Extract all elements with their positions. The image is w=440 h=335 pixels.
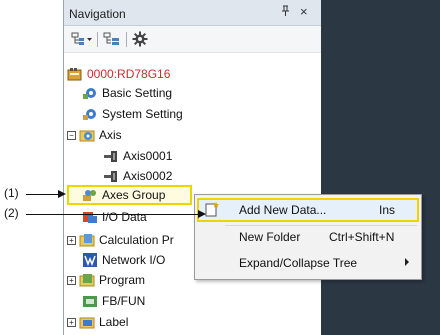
menu-item-new-folder[interactable]: New Folder Ctrl+Shift+N xyxy=(197,225,419,249)
io-data-icon xyxy=(82,209,98,225)
network-icon xyxy=(82,252,98,268)
callout-arrowhead-1 xyxy=(58,190,66,198)
pin-icon[interactable] xyxy=(281,5,290,20)
tree-view-dropdown-icon[interactable] xyxy=(70,30,94,48)
tree-item-label: Calculation Pr xyxy=(99,232,174,247)
menu-item-label: Add New Data... xyxy=(239,203,327,217)
menu-item-label: Expand/Collapse Tree xyxy=(239,256,358,270)
tree-item-label: Basic Setting xyxy=(102,85,173,100)
tree-list-icon[interactable] xyxy=(102,30,122,48)
toolbar-separator xyxy=(97,32,98,47)
axes-group-icon xyxy=(82,187,98,203)
callout-label-2: (2) xyxy=(4,206,19,220)
tree-item-root[interactable]: 0000:RD78G16 xyxy=(67,64,170,83)
toolbar-separator xyxy=(126,32,127,47)
navigation-panel: Navigation × 0000:RD78G16 Basic Setting … xyxy=(63,0,321,335)
menu-item-expand-collapse-tree[interactable]: Expand/Collapse Tree xyxy=(197,251,419,275)
close-icon[interactable]: × xyxy=(300,4,308,19)
tree-item-system-setting[interactable]: System Setting xyxy=(82,104,183,123)
tree-item-label: Axis0001 xyxy=(123,148,173,163)
menu-item-shortcut: Ins xyxy=(379,203,396,217)
expand-icon[interactable]: + xyxy=(67,276,76,285)
tree-item-basic-setting[interactable]: Basic Setting xyxy=(82,83,172,102)
tree-item-label: Program xyxy=(99,272,146,287)
program-icon xyxy=(79,272,95,288)
tree-item-axis0002[interactable]: Axis0002 xyxy=(103,166,172,185)
controller-icon xyxy=(67,66,83,82)
axis-folder-icon xyxy=(79,127,95,143)
callout-label-1: (1) xyxy=(4,186,19,200)
tree-item-label: Axis xyxy=(99,127,122,142)
callout-line-2 xyxy=(26,214,204,215)
expand-icon[interactable]: + xyxy=(67,236,76,245)
collapse-icon[interactable]: − xyxy=(67,131,76,140)
navigation-toolbar xyxy=(64,26,321,53)
add-data-icon xyxy=(205,201,221,220)
callout-line-1 xyxy=(26,194,60,195)
menu-item-add-new-data[interactable]: Add New Data... Ins xyxy=(197,198,419,222)
submenu-arrow-icon xyxy=(405,258,409,266)
tree-item-axis[interactable]: Axis xyxy=(79,125,122,144)
tree-item-network-io[interactable]: Network I/O xyxy=(82,250,165,269)
tree-item-axis0001[interactable]: Axis0001 xyxy=(103,146,172,165)
tree-item-fbfun[interactable]: FB/FUN xyxy=(82,291,145,310)
tree-item-label: System Setting xyxy=(102,106,183,121)
function-block-icon xyxy=(82,293,98,309)
settings-icon xyxy=(82,106,98,122)
editor-area xyxy=(321,0,440,335)
tree-item-label: I/O Data xyxy=(102,209,147,224)
panel-title: Navigation xyxy=(69,7,126,21)
callout-arrowhead-2 xyxy=(198,210,206,218)
settings-icon xyxy=(82,85,98,101)
navigation-titlebar: Navigation × xyxy=(64,0,321,26)
tree-item-label: 0000:RD78G16 xyxy=(87,66,171,81)
menu-item-shortcut: Ctrl+Shift+N xyxy=(329,230,395,244)
calculation-icon xyxy=(79,232,95,248)
tree-item-label: Axes Group xyxy=(102,188,166,202)
axis-icon xyxy=(103,168,119,184)
tree-item-program[interactable]: Program xyxy=(79,270,145,289)
label-icon xyxy=(79,314,95,330)
tree-item-label: Network I/O xyxy=(102,252,166,267)
tree-item-axes-group[interactable]: Axes Group xyxy=(67,185,192,205)
expand-icon[interactable]: + xyxy=(67,318,76,327)
gear-icon[interactable] xyxy=(130,30,150,48)
menu-item-label: New Folder xyxy=(239,230,301,244)
tree-item-label: Label xyxy=(99,314,129,329)
tree-item-label-folder[interactable]: Label xyxy=(79,312,128,331)
axis-icon xyxy=(103,148,119,164)
tree-item-label: Axis0002 xyxy=(123,168,173,183)
tree-item-io-data[interactable]: I/O Data xyxy=(82,207,147,226)
context-menu: Add New Data... Ins New Folder Ctrl+Shif… xyxy=(194,194,422,280)
tree-item-label: FB/FUN xyxy=(102,293,146,308)
tree-item-calculation[interactable]: Calculation Pr xyxy=(79,230,174,249)
